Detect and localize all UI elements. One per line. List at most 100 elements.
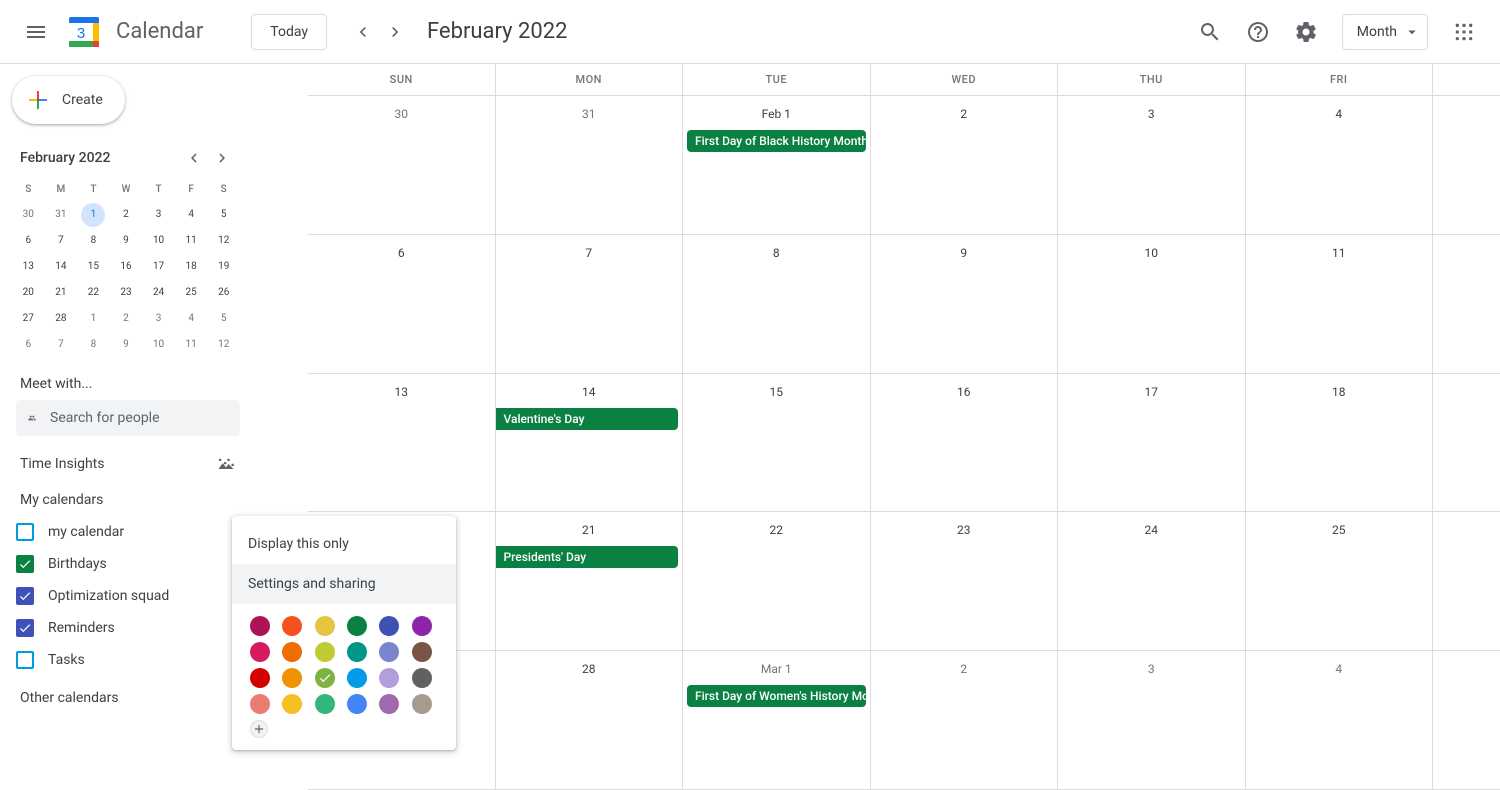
day-cell[interactable]: Feb 1 First Day of Black History Month <box>682 96 870 234</box>
day-number[interactable]: 24 <box>1058 518 1245 542</box>
day-number[interactable]: 16 <box>871 380 1058 404</box>
app-logo[interactable]: 3 Calendar <box>64 12 203 52</box>
mini-day[interactable]: 12 <box>207 332 240 358</box>
color-swatch[interactable] <box>379 616 399 636</box>
color-swatch[interactable] <box>379 668 399 688</box>
mini-day[interactable]: 9 <box>110 332 143 358</box>
day-cell[interactable]: 8 <box>682 235 870 373</box>
day-cell[interactable]: 24 <box>1057 512 1245 650</box>
day-number[interactable]: 6 <box>308 241 495 265</box>
mini-day[interactable]: 21 <box>45 280 78 306</box>
color-swatch[interactable] <box>282 694 302 714</box>
color-swatch[interactable] <box>282 668 302 688</box>
calendar-list-item[interactable]: Optimization squad <box>12 580 240 612</box>
mini-day[interactable]: 4 <box>175 306 208 332</box>
day-cell[interactable]: 21 Presidents' Day <box>495 512 683 650</box>
day-number[interactable]: 14 <box>496 380 683 404</box>
day-number[interactable]: 3 <box>1058 102 1245 126</box>
calendar-checkbox[interactable] <box>16 555 34 573</box>
color-swatch[interactable] <box>412 616 432 636</box>
day-number[interactable]: 13 <box>308 380 495 404</box>
calendar-list-item[interactable]: Reminders <box>12 612 240 644</box>
day-cell[interactable]: 28 <box>495 651 683 789</box>
day-cell[interactable]: 3 <box>1057 651 1245 789</box>
day-cell[interactable]: 25 <box>1245 512 1433 650</box>
mini-day[interactable]: 2 <box>110 202 143 228</box>
calendar-list-item[interactable]: my calendar <box>12 516 240 548</box>
mini-day[interactable]: 2 <box>110 306 143 332</box>
day-cell[interactable]: 9 <box>870 235 1058 373</box>
mini-day[interactable]: 19 <box>207 254 240 280</box>
mini-day[interactable]: 23 <box>110 280 143 306</box>
mini-day[interactable]: 8 <box>77 228 110 254</box>
day-number[interactable]: 28 <box>496 657 683 681</box>
day-cell[interactable]: 30 <box>308 96 495 234</box>
display-only-option[interactable]: Display this only <box>232 524 456 564</box>
day-cell[interactable]: 14 Valentine's Day <box>495 374 683 512</box>
add-color-button[interactable] <box>250 720 268 738</box>
calendar-event[interactable]: Valentine's Day <box>496 408 679 430</box>
day-number[interactable]: 8 <box>683 241 870 265</box>
day-number[interactable]: 30 <box>308 102 495 126</box>
main-menu-button[interactable] <box>12 8 60 56</box>
day-cell[interactable]: 31 <box>495 96 683 234</box>
day-number[interactable]: 25 <box>1246 518 1433 542</box>
day-cell[interactable]: 16 <box>870 374 1058 512</box>
mini-next-button[interactable] <box>208 144 236 172</box>
mini-day[interactable]: 14 <box>45 254 78 280</box>
color-swatch[interactable] <box>282 616 302 636</box>
calendar-list-item[interactable]: Tasks <box>12 644 240 676</box>
color-swatch[interactable] <box>250 694 270 714</box>
day-cell[interactable]: 4 <box>1245 651 1433 789</box>
calendar-event[interactable]: First Day of Black History Month <box>687 130 866 152</box>
day-cell[interactable]: 17 <box>1057 374 1245 512</box>
mini-day[interactable]: 6 <box>12 332 45 358</box>
mini-day[interactable]: 6 <box>12 228 45 254</box>
mini-day[interactable]: 17 <box>142 254 175 280</box>
mini-day[interactable]: 18 <box>175 254 208 280</box>
color-swatch[interactable] <box>250 616 270 636</box>
day-number[interactable]: Feb 1 <box>683 102 870 126</box>
day-cell[interactable]: 6 <box>308 235 495 373</box>
next-period-button[interactable] <box>379 16 411 48</box>
day-number[interactable]: 21 <box>496 518 683 542</box>
color-swatch[interactable] <box>412 642 432 662</box>
color-swatch[interactable] <box>412 668 432 688</box>
mini-day[interactable]: 9 <box>110 228 143 254</box>
mini-day[interactable]: 20 <box>12 280 45 306</box>
day-number[interactable]: 15 <box>683 380 870 404</box>
mini-day[interactable]: 22 <box>77 280 110 306</box>
day-number[interactable]: 31 <box>496 102 683 126</box>
calendar-event[interactable]: Presidents' Day <box>496 546 679 568</box>
color-swatch[interactable] <box>347 668 367 688</box>
day-number[interactable]: 9 <box>871 241 1058 265</box>
color-swatch[interactable] <box>379 694 399 714</box>
color-swatch[interactable] <box>347 694 367 714</box>
day-cell[interactable]: 13 <box>308 374 495 512</box>
calendar-list-item[interactable]: Birthdays <box>12 548 240 580</box>
mini-day[interactable]: 15 <box>77 254 110 280</box>
my-calendars-section[interactable]: My calendars <box>20 492 240 508</box>
mini-day[interactable]: 16 <box>110 254 143 280</box>
support-button[interactable] <box>1238 12 1278 52</box>
mini-day[interactable]: 30 <box>12 202 45 228</box>
color-swatch[interactable] <box>347 616 367 636</box>
mini-day[interactable]: 5 <box>207 306 240 332</box>
mini-day[interactable]: 5 <box>207 202 240 228</box>
mini-day[interactable]: 31 <box>45 202 78 228</box>
settings-sharing-option[interactable]: Settings and sharing <box>232 564 456 604</box>
calendar-checkbox[interactable] <box>16 587 34 605</box>
color-swatch[interactable] <box>315 694 335 714</box>
mini-day[interactable]: 4 <box>175 202 208 228</box>
calendar-event[interactable]: First Day of Women's History Month <box>687 685 866 707</box>
prev-period-button[interactable] <box>347 16 379 48</box>
color-swatch[interactable] <box>282 642 302 662</box>
mini-day[interactable]: 1 <box>81 203 105 227</box>
color-swatch[interactable] <box>379 642 399 662</box>
view-selector[interactable]: Month <box>1342 14 1428 50</box>
google-apps-button[interactable] <box>1444 12 1484 52</box>
mini-day[interactable]: 10 <box>142 228 175 254</box>
day-cell[interactable]: 15 <box>682 374 870 512</box>
day-cell[interactable]: 11 <box>1245 235 1433 373</box>
day-number[interactable]: 2 <box>871 657 1058 681</box>
